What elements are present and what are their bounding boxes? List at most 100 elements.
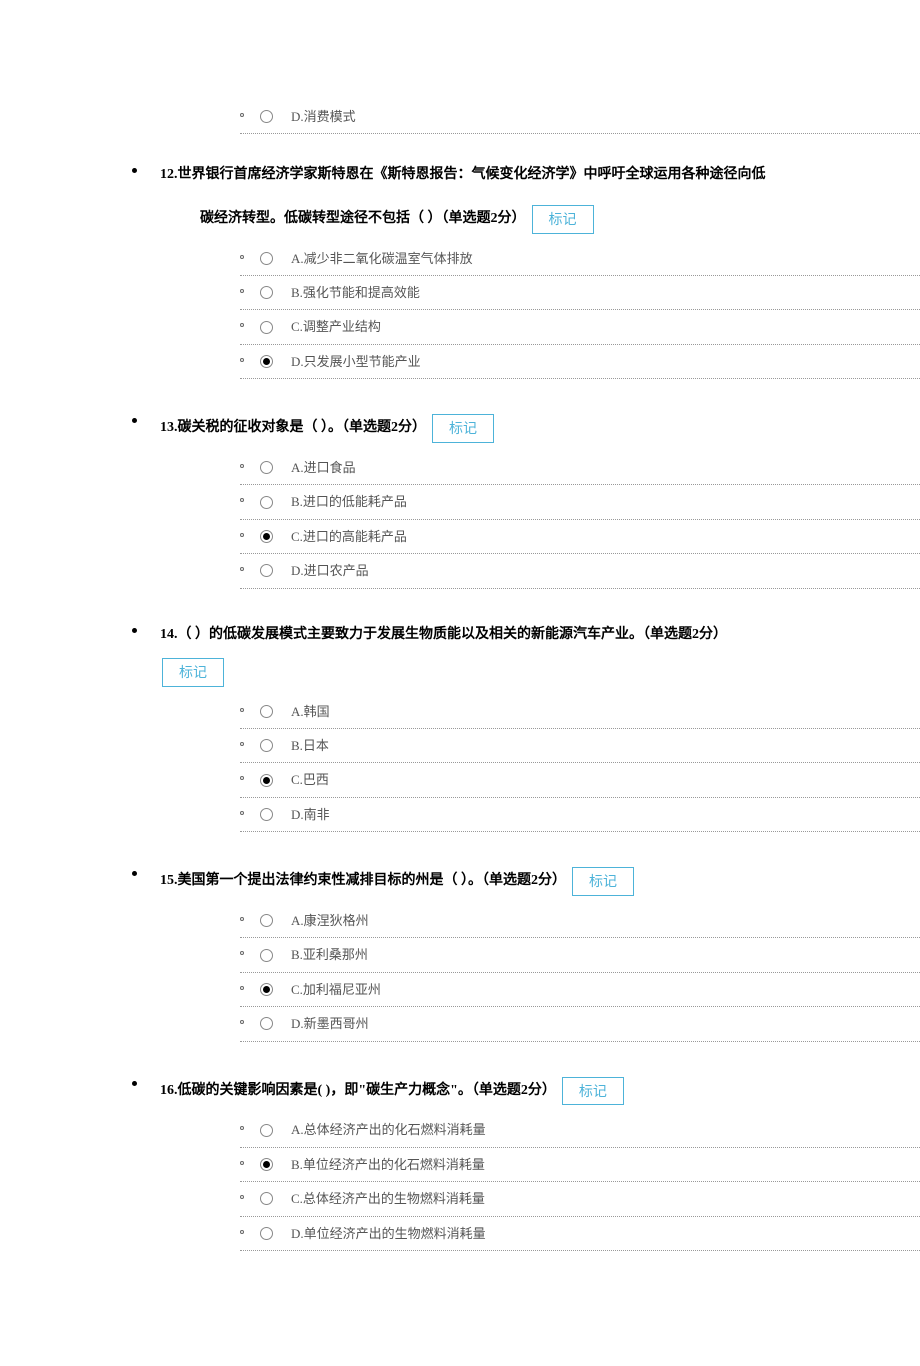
- option-item[interactable]: A.总体经济产出的化石燃料消耗量: [240, 1113, 920, 1147]
- radio-icon[interactable]: [260, 1017, 273, 1030]
- option-item[interactable]: B.单位经济产出的化石燃料消耗量: [240, 1148, 920, 1182]
- option-item[interactable]: C.加利福尼亚州: [240, 973, 920, 1007]
- option-label: C.加利福尼亚州: [291, 978, 381, 1001]
- option-label: B.亚利桑那州: [291, 943, 368, 966]
- question-header: 14.（ ）的低碳发展模式主要致力于发展生物质能以及相关的新能源汽车产业。（单选…: [160, 624, 920, 687]
- question-text: 15.美国第一个提出法律约束性减排目标的州是（ ）。（单选题2分）: [160, 870, 566, 892]
- question-item: 16.低碳的关键影响因素是( )，即"碳生产力概念"。（单选题2分） 标记 A.总体…: [0, 1077, 920, 1251]
- option-item[interactable]: A.减少非二氧化碳温室气体排放: [240, 242, 920, 276]
- radio-icon[interactable]: [260, 808, 273, 821]
- radio-icon[interactable]: [260, 774, 273, 787]
- bullet-icon: [132, 168, 137, 173]
- question-item: 15.美国第一个提出法律约束性减排目标的州是（ ）。（单选题2分） 标记 A.康涅狄…: [0, 867, 920, 1041]
- radio-icon[interactable]: [260, 1124, 273, 1137]
- list-bullet-icon: [240, 1161, 244, 1165]
- option-item[interactable]: D.进口农产品: [240, 554, 920, 588]
- list-bullet-icon: [240, 1020, 244, 1024]
- option-label: A.总体经济产出的化石燃料消耗量: [291, 1118, 486, 1141]
- list-bullet-icon: [240, 917, 244, 921]
- question-list: 12.世界银行首席经济学家斯特恩在《斯特恩报告：气候变化经济学》中呼吁全球运用各…: [0, 164, 920, 1251]
- radio-icon[interactable]: [260, 1227, 273, 1240]
- question-header: 12.世界银行首席经济学家斯特恩在《斯特恩报告：气候变化经济学》中呼吁全球运用各…: [160, 164, 920, 233]
- radio-icon[interactable]: [260, 949, 273, 962]
- option-label: C.巴西: [291, 768, 329, 791]
- option-label: B.单位经济产出的化石燃料消耗量: [291, 1153, 485, 1176]
- option-label: D.南非: [291, 803, 330, 826]
- options-list: A.康涅狄格州 B.亚利桑那州 C.加利福尼亚州 D.新墨西哥州: [240, 904, 920, 1042]
- options-list: A.减少非二氧化碳温室气体排放 B.强化节能和提高效能 C.调整产业结构 D.只发展小…: [240, 242, 920, 380]
- radio-icon[interactable]: [260, 355, 273, 368]
- option-label: D.进口农产品: [291, 559, 369, 582]
- mark-badge[interactable]: 标记: [532, 205, 594, 234]
- mark-badge[interactable]: 标记: [162, 658, 224, 687]
- list-bullet-icon: [240, 533, 244, 537]
- mark-badge[interactable]: 标记: [432, 414, 494, 443]
- option-item[interactable]: D.只发展小型节能产业: [240, 345, 920, 379]
- radio-icon[interactable]: [260, 110, 273, 123]
- radio-icon[interactable]: [260, 530, 273, 543]
- question-text: 16.低碳的关键影响因素是( )，即"碳生产力概念"。（单选题2分）: [160, 1080, 556, 1102]
- radio-icon[interactable]: [260, 1158, 273, 1171]
- option-label: D.单位经济产出的生物燃料消耗量: [291, 1222, 486, 1245]
- option-label: C.调整产业结构: [291, 315, 381, 338]
- radio-icon[interactable]: [260, 321, 273, 334]
- radio-icon[interactable]: [260, 983, 273, 996]
- bullet-icon: [132, 628, 137, 633]
- option-label: D.消费模式: [291, 105, 356, 128]
- question-item: 13.碳关税的征收对象是（ ）。（单选题2分）标记A.进口食品B.进口的低能耗产…: [0, 414, 920, 588]
- radio-icon[interactable]: [260, 739, 273, 752]
- option-item[interactable]: C.总体经济产出的生物燃料消耗量: [240, 1182, 920, 1216]
- list-bullet-icon: [240, 1195, 244, 1199]
- list-bullet-icon: [240, 986, 244, 990]
- question-item: 12.世界银行首席经济学家斯特恩在《斯特恩报告：气候变化经济学》中呼吁全球运用各…: [0, 164, 920, 379]
- option-label: C.总体经济产出的生物燃料消耗量: [291, 1187, 485, 1210]
- option-label: D.只发展小型节能产业: [291, 350, 421, 373]
- question-item: 14.（ ）的低碳发展模式主要致力于发展生物质能以及相关的新能源汽车产业。（单选…: [0, 624, 920, 833]
- question-header: 15.美国第一个提出法律约束性减排目标的州是（ ）。（单选题2分） 标记: [160, 867, 920, 896]
- option-item[interactable]: A.韩国: [240, 695, 920, 729]
- option-item[interactable]: A.进口食品: [240, 451, 920, 485]
- option-item[interactable]: B.强化节能和提高效能: [240, 276, 920, 310]
- option-label: B.强化节能和提高效能: [291, 281, 420, 304]
- radio-icon[interactable]: [260, 252, 273, 265]
- question-text-line2: 碳经济转型。低碳转型途径不包括（ ）（单选题2分）: [200, 208, 526, 230]
- option-item[interactable]: B.日本: [240, 729, 920, 763]
- option-label: A.减少非二氧化碳温室气体排放: [291, 247, 473, 270]
- list-bullet-icon: [240, 255, 244, 259]
- radio-icon[interactable]: [260, 461, 273, 474]
- radio-icon[interactable]: [260, 564, 273, 577]
- list-bullet-icon: [240, 811, 244, 815]
- option-item[interactable]: D.单位经济产出的生物燃料消耗量: [240, 1217, 920, 1251]
- list-bullet-icon: [240, 113, 244, 117]
- list-bullet-icon: [240, 951, 244, 955]
- radio-icon[interactable]: [260, 286, 273, 299]
- option-item[interactable]: C.巴西: [240, 763, 920, 797]
- radio-icon[interactable]: [260, 914, 273, 927]
- option-item[interactable]: C.进口的高能耗产品: [240, 520, 920, 554]
- bullet-icon: [132, 418, 137, 423]
- list-bullet-icon: [240, 323, 244, 327]
- question-header: 16.低碳的关键影响因素是( )，即"碳生产力概念"。（单选题2分） 标记: [160, 1077, 920, 1106]
- list-bullet-icon: [240, 464, 244, 468]
- radio-icon[interactable]: [260, 1192, 273, 1205]
- options-list: A.进口食品 B.进口的低能耗产品C.进口的高能耗产品 D.进口农产品: [240, 451, 920, 589]
- mark-badge[interactable]: 标记: [572, 867, 634, 896]
- mark-badge[interactable]: 标记: [562, 1077, 624, 1106]
- bullet-icon: [132, 871, 137, 876]
- list-bullet-icon: [240, 1126, 244, 1130]
- option-item[interactable]: A.康涅狄格州: [240, 904, 920, 938]
- options-list: A.总体经济产出的化石燃料消耗量 B.单位经济产出的化石燃料消耗量 C.总体经济产出…: [240, 1113, 920, 1251]
- option-label: B.日本: [291, 734, 329, 757]
- radio-icon[interactable]: [260, 705, 273, 718]
- orphan-option-list: D.消费模式: [240, 100, 920, 134]
- option-item[interactable]: D.南非: [240, 798, 920, 832]
- option-item[interactable]: C.调整产业结构: [240, 310, 920, 344]
- option-d-orphan[interactable]: D.消费模式: [240, 100, 920, 134]
- option-label: A.进口食品: [291, 456, 356, 479]
- question-text: 14.（ ）的低碳发展模式主要致力于发展生物质能以及相关的新能源汽车产业。（单选…: [160, 624, 727, 646]
- option-item[interactable]: B.亚利桑那州: [240, 938, 920, 972]
- radio-icon[interactable]: [260, 496, 273, 509]
- option-item[interactable]: B.进口的低能耗产品: [240, 485, 920, 519]
- option-item[interactable]: D.新墨西哥州: [240, 1007, 920, 1041]
- list-bullet-icon: [240, 708, 244, 712]
